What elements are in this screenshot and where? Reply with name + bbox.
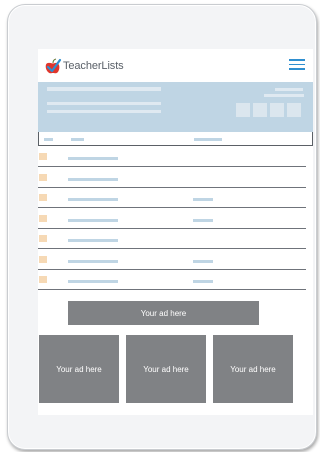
row-qty-placeholder [193, 198, 213, 201]
row-checkbox[interactable] [39, 255, 47, 263]
table-row[interactable] [38, 188, 306, 208]
row-checkbox[interactable] [39, 173, 47, 181]
hamburger-menu-icon[interactable] [289, 59, 305, 70]
ad-tile[interactable]: Your ad here [39, 335, 119, 403]
table-header [38, 132, 313, 146]
table-row[interactable] [38, 250, 306, 270]
ad-banner-label: Your ad here [140, 308, 187, 318]
banner-line-placeholder [47, 102, 161, 105]
list-banner [38, 82, 313, 132]
teacherlists-logo[interactable]: TeacherLists [44, 57, 124, 75]
header-col-placeholder [71, 138, 84, 141]
logo-text: TeacherLists [63, 60, 124, 72]
banner-action-box[interactable] [236, 103, 250, 117]
banner-right-line-placeholder [275, 88, 303, 91]
table-row[interactable] [38, 147, 306, 167]
ad-tile-label: Your ad here [143, 364, 189, 374]
table-row[interactable] [38, 229, 306, 249]
ad-tile[interactable]: Your ad here [213, 335, 293, 403]
banner-action-box[interactable] [270, 103, 284, 117]
header-col-placeholder [44, 138, 53, 141]
tablet-frame: TeacherLists Your ad here Your ad here Y… [7, 4, 317, 450]
row-item-placeholder [68, 218, 118, 222]
row-qty-placeholder [193, 218, 213, 222]
ad-tile[interactable]: Your ad here [126, 335, 206, 403]
row-checkbox[interactable] [39, 194, 47, 201]
table-row[interactable] [38, 209, 306, 229]
ad-tile-label: Your ad here [56, 364, 102, 374]
row-item-placeholder [68, 177, 118, 181]
banner-right-line-placeholder [264, 94, 304, 97]
row-item-placeholder [68, 280, 118, 283]
header-col-placeholder [194, 138, 222, 141]
ad-banner[interactable]: Your ad here [68, 301, 259, 325]
tablet-screen: TeacherLists Your ad here Your ad here Y… [38, 49, 313, 415]
row-item-placeholder [68, 198, 118, 201]
banner-action-box[interactable] [253, 103, 267, 117]
row-checkbox[interactable] [39, 214, 47, 222]
table-row[interactable] [38, 168, 306, 188]
row-checkbox[interactable] [39, 276, 47, 283]
site-header: TeacherLists [38, 49, 313, 81]
row-item-placeholder [68, 239, 118, 242]
row-qty-placeholder [193, 280, 213, 283]
row-checkbox[interactable] [39, 235, 47, 242]
banner-title-placeholder [47, 87, 161, 91]
banner-line-placeholder [47, 110, 161, 113]
row-checkbox[interactable] [39, 153, 47, 160]
banner-action-box[interactable] [287, 103, 301, 117]
table-row[interactable] [38, 270, 306, 290]
row-qty-placeholder [193, 259, 213, 263]
row-item-placeholder [68, 259, 118, 263]
row-item-placeholder [68, 157, 118, 160]
ad-tile-label: Your ad here [230, 364, 276, 374]
apple-check-icon [44, 57, 62, 75]
